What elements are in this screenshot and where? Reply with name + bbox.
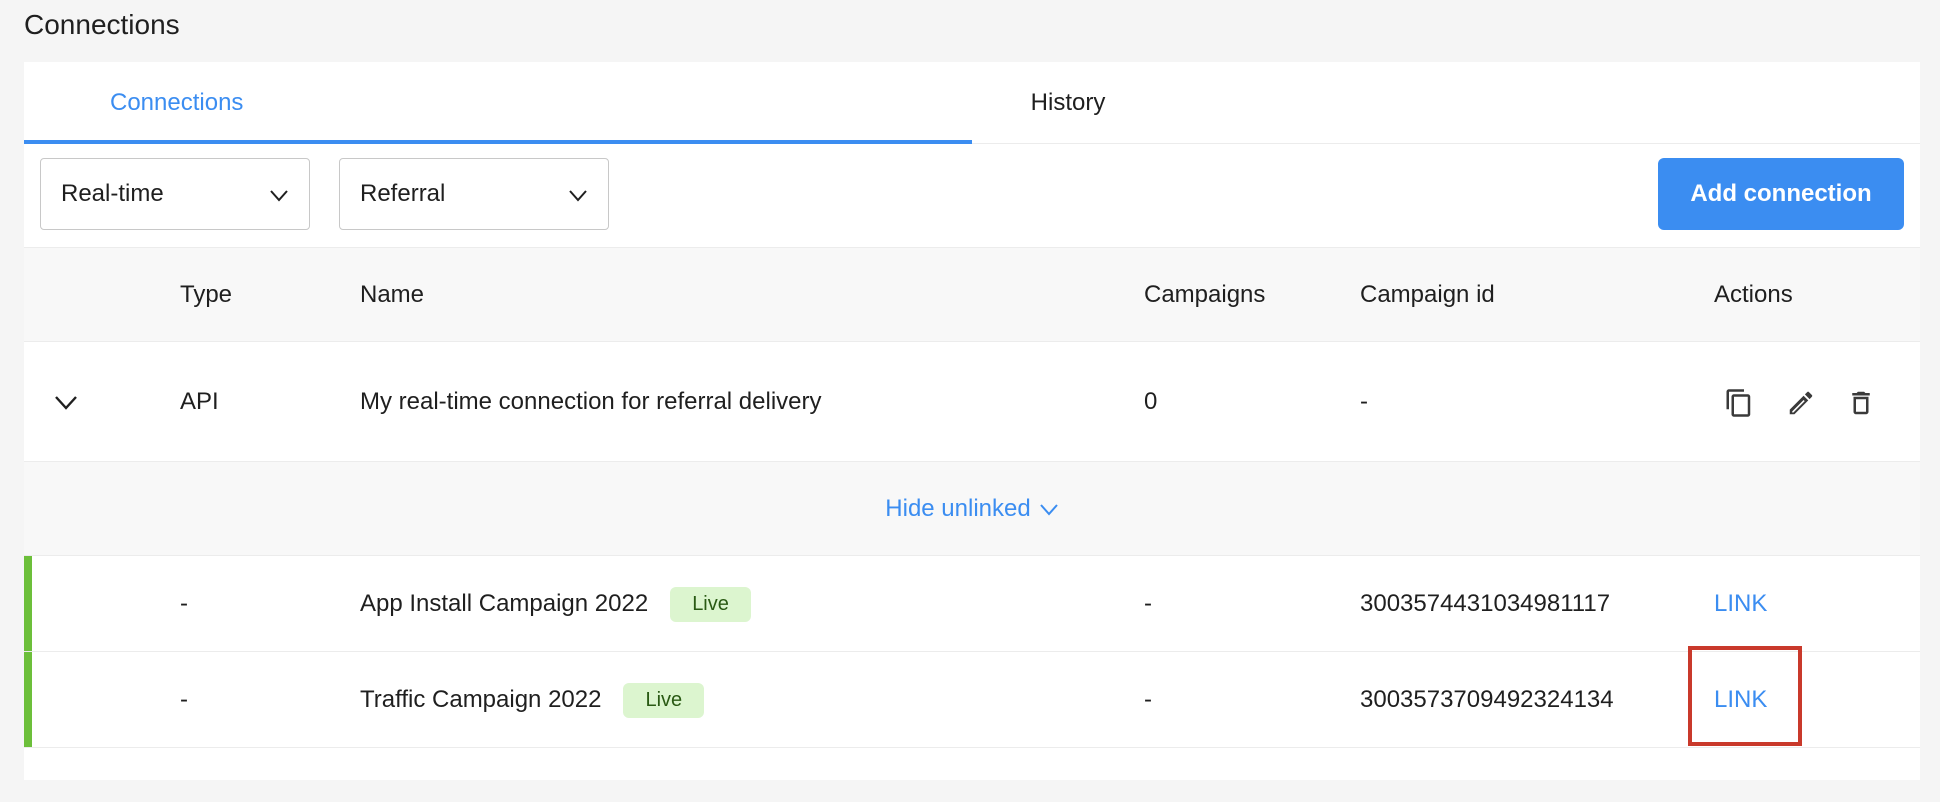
- tab-history[interactable]: History: [1031, 62, 1106, 144]
- add-connection-button[interactable]: Add connection: [1658, 158, 1904, 230]
- pencil-icon[interactable]: [1786, 388, 1816, 418]
- tabs: Connections History: [24, 62, 1920, 144]
- copy-icon[interactable]: [1724, 388, 1754, 418]
- connections-card: Connections History Real-time Referral A…: [24, 62, 1920, 780]
- campaign-name-cell: Traffic Campaign 2022 Live: [360, 652, 705, 748]
- hide-unlinked-label: Hide unlinked: [885, 495, 1031, 522]
- table-row: API My real-time connection for referral…: [24, 342, 1920, 462]
- status-badge: Live: [670, 586, 751, 622]
- campaign-name-cell: App Install Campaign 2022 Live: [360, 556, 751, 652]
- connections-table: Type Name Campaigns Campaign id Actions …: [24, 248, 1920, 748]
- link-label: LINK: [1714, 686, 1768, 713]
- connection-campaign-id: -: [1360, 388, 1368, 415]
- campaign-campaigns: -: [1144, 686, 1152, 713]
- connection-type: API: [180, 388, 219, 415]
- link-label: LINK: [1714, 590, 1768, 617]
- page-title: Connections: [24, 9, 180, 40]
- source-select[interactable]: Referral: [339, 158, 609, 230]
- campaign-type: -: [180, 590, 188, 617]
- tab-history-label: History: [1030, 89, 1106, 116]
- link-button[interactable]: LINK: [1714, 556, 1767, 652]
- chevron-down-icon: [569, 190, 587, 202]
- header-name: Name: [360, 281, 425, 308]
- campaign-name: Traffic Campaign 2022: [360, 686, 602, 713]
- toolbar: Real-time Referral Add connection: [24, 144, 1920, 248]
- connection-campaigns: 0: [1144, 388, 1158, 415]
- status-badge: Live: [623, 682, 705, 718]
- chevron-down-icon: [270, 190, 288, 202]
- header-type: Type: [180, 281, 233, 308]
- campaign-type: -: [180, 686, 188, 713]
- source-select-value: Referral: [360, 180, 446, 207]
- hide-unlinked-button[interactable]: Hide unlinked: [24, 462, 1920, 556]
- trash-icon[interactable]: [1846, 388, 1876, 418]
- campaign-id: 3003573709492324134: [1360, 686, 1614, 713]
- tab-connections-label: Connections: [110, 89, 244, 116]
- chevron-down-icon: [1039, 504, 1058, 516]
- link-button[interactable]: LINK: [1714, 652, 1767, 748]
- campaign-id: 3003574431034981117: [1360, 590, 1611, 617]
- chevron-down-icon[interactable]: [52, 388, 80, 416]
- campaign-name: App Install Campaign 2022: [360, 590, 649, 617]
- header-actions: Actions: [1714, 281, 1793, 308]
- hide-unlinked-row: Hide unlinked: [24, 462, 1920, 556]
- table-row: - App Install Campaign 2022 Live - 30035…: [24, 556, 1920, 652]
- type-select-value: Real-time: [61, 180, 164, 207]
- header-campaign-id: Campaign id: [1360, 281, 1495, 308]
- tab-connections[interactable]: Connections: [24, 62, 972, 144]
- header-campaigns: Campaigns: [1144, 281, 1266, 308]
- table-row: - Traffic Campaign 2022 Live - 300357370…: [24, 646, 1920, 748]
- table-header: Type Name Campaigns Campaign id Actions: [24, 248, 1920, 342]
- campaign-campaigns: -: [1144, 590, 1152, 617]
- connection-name: My real-time connection for referral del…: [360, 388, 822, 415]
- type-select[interactable]: Real-time: [40, 158, 310, 230]
